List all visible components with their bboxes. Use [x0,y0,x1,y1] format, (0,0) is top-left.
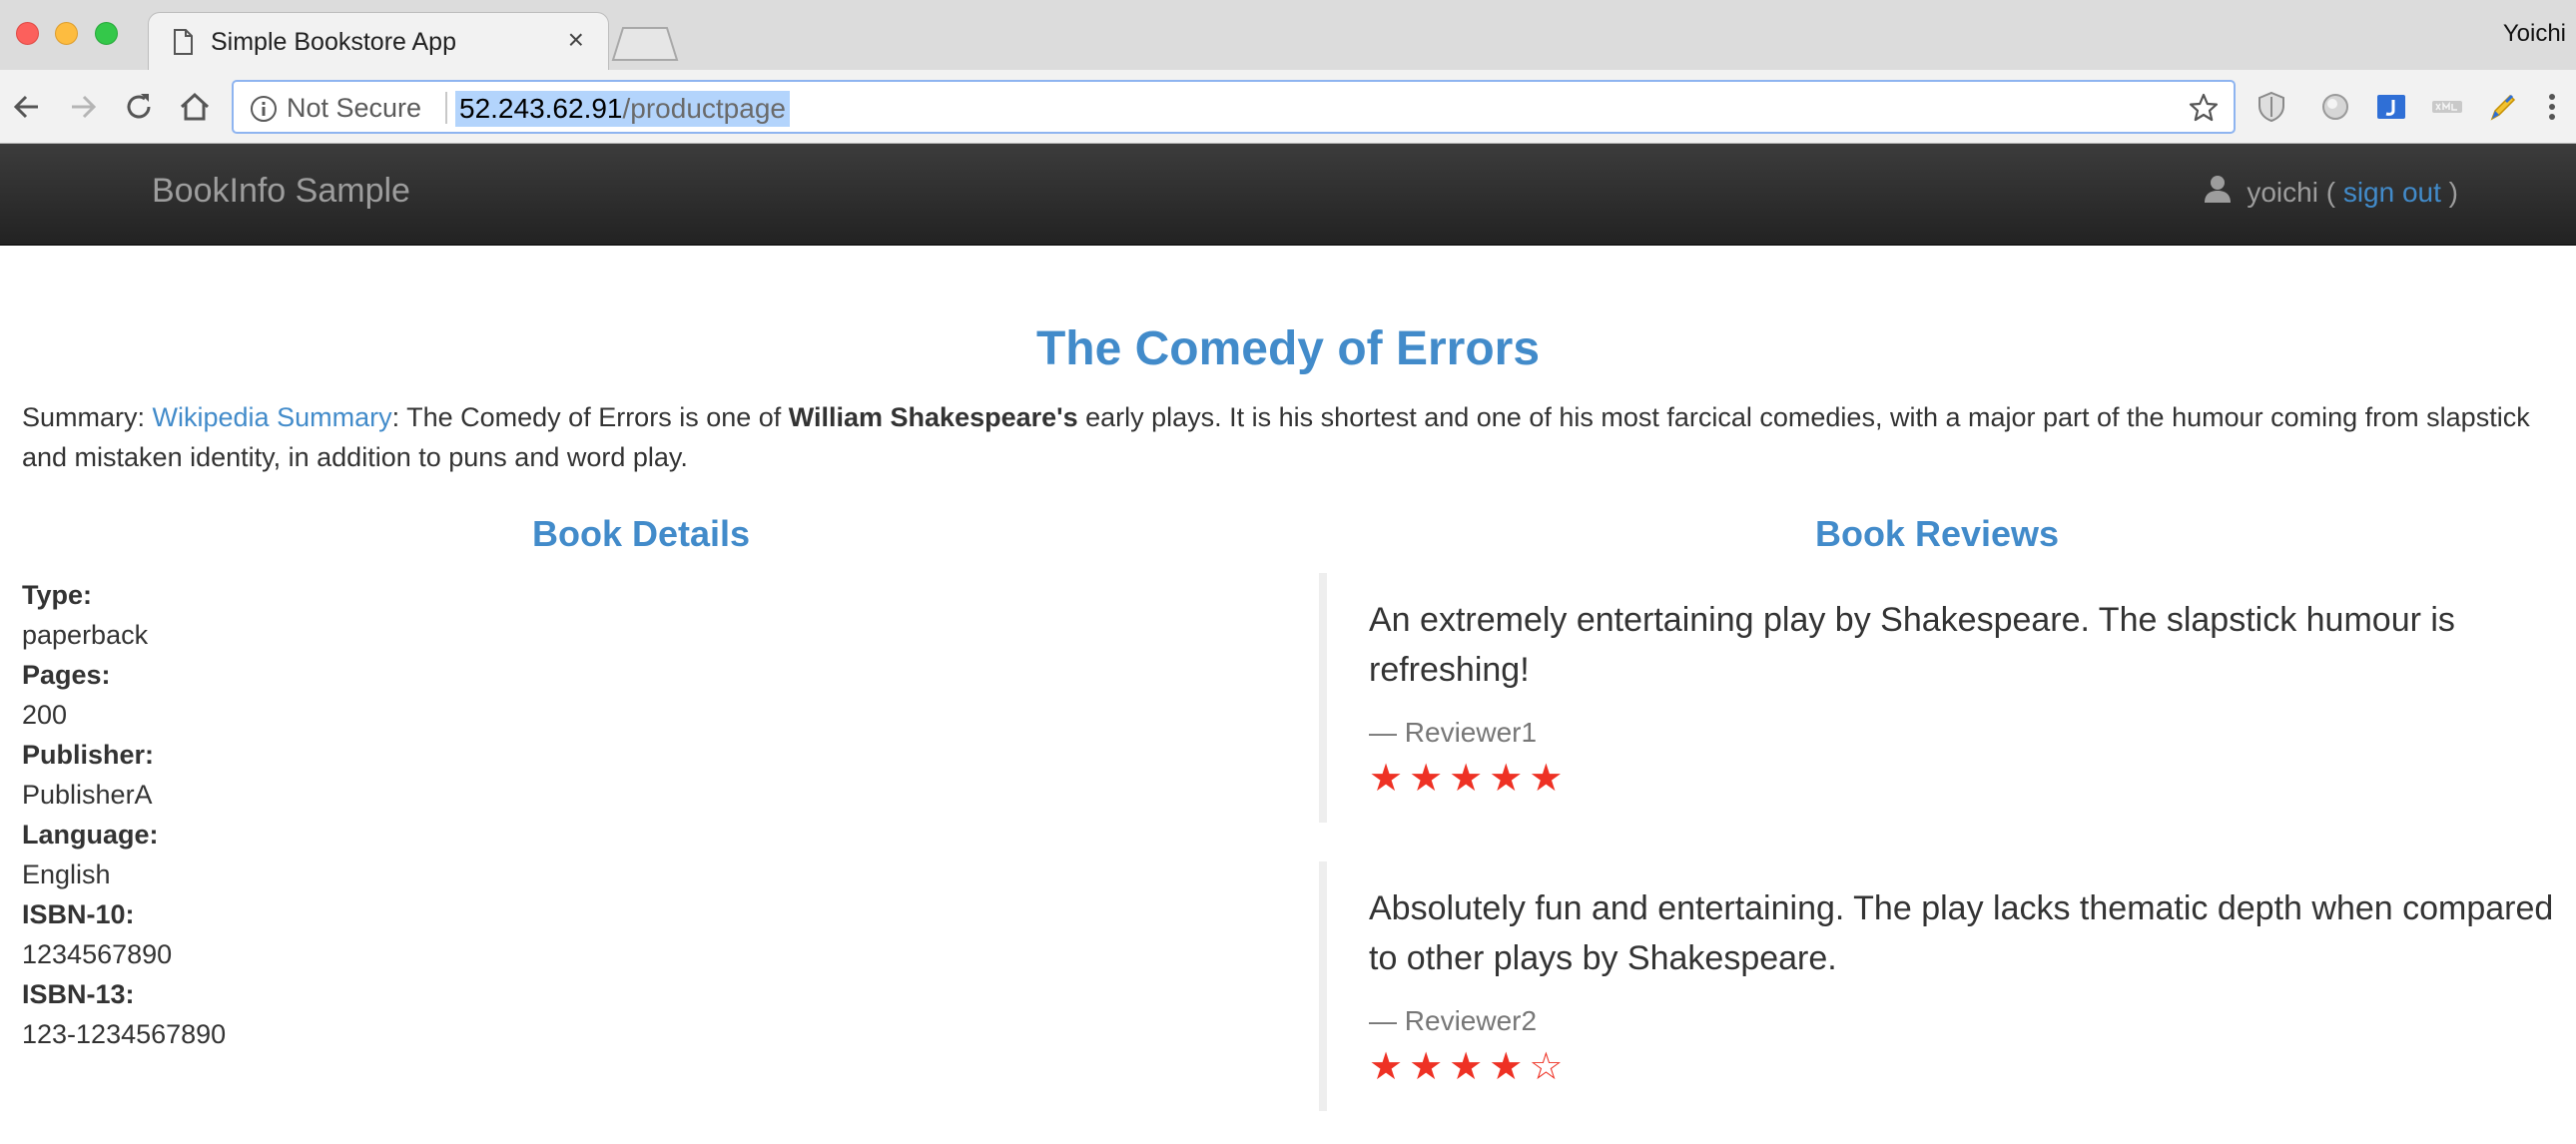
window-close-button[interactable] [16,22,39,45]
star-empty-icon: ☆ [1529,1046,1570,1088]
detail-label-type: Type: [22,580,93,610]
page-icon [174,29,193,55]
detail-label-pages: Pages: [22,660,111,690]
browser-tabstrip: Simple Bookstore App × Yoichi [0,0,2576,72]
browser-tab[interactable]: Simple Bookstore App × [148,12,609,72]
detail-value-isbn10: 1234567890 [22,939,173,969]
shield-extension-icon[interactable] [2254,90,2288,124]
detail-label-language: Language: [22,820,159,850]
book-title: The Comedy of Errors [1035,322,1541,375]
book-reviews-heading: Book Reviews [1814,513,2060,554]
book-details-list: Type: paperback Pages: 200 Publisher: Pu… [22,575,226,1054]
profile-name[interactable]: Yoichi [2503,20,2566,48]
address-divider [445,92,447,124]
paren-open: ( [2317,177,2343,208]
detail-label-publisher: Publisher: [22,740,155,770]
url-host: 52.243.62.91 [459,93,623,124]
book-summary: Summary: Wikipedia Summary: The Comedy o… [22,397,2558,477]
detail-value-pages: 200 [22,700,68,730]
star-rating: ★★★★☆ [1369,1045,2562,1089]
circle-extension-icon[interactable] [2318,90,2352,124]
brand-link[interactable]: BookInfo Sample [152,172,410,211]
star-filled-icon: ★ [1409,1046,1450,1088]
info-icon[interactable] [250,95,278,123]
detail-value-type: paperback [22,620,149,650]
detail-label-isbn13: ISBN-13: [22,979,135,1009]
browser-menu-icon[interactable] [2542,90,2562,124]
review-author: — Reviewer1 [1369,717,1538,748]
book-details-heading: Book Details [531,513,751,554]
reload-icon[interactable] [120,88,158,126]
review-card: Absolutely fun and entertaining. The pla… [1319,861,2562,1111]
review-card: An extremely entertaining play by Shakes… [1319,573,2562,823]
review-text: Absolutely fun and entertaining. The pla… [1369,889,2554,977]
pen-extension-icon[interactable] [2486,90,2520,124]
detail-label-isbn10: ISBN-10: [22,899,135,929]
username: yoichi [2247,177,2318,208]
bookmark-star-icon[interactable] [2188,92,2220,124]
url-path: /productpage [622,93,786,124]
star-filled-icon: ★ [1449,1046,1490,1088]
tab-close-icon[interactable]: × [568,26,584,54]
user-icon [2205,176,2232,203]
review-author: — Reviewer2 [1369,1005,1538,1036]
summary-text-1: : The Comedy of Errors is one of [391,402,789,432]
security-label[interactable]: Not Secure [287,93,421,124]
sign-out-link[interactable]: sign out [2343,177,2441,208]
url-text[interactable]: 52.243.62.91/productpage [455,91,790,127]
xml-extension-icon[interactable] [2430,90,2464,124]
window-maximize-button[interactable] [95,22,118,45]
home-icon[interactable] [176,88,214,126]
detail-value-publisher: PublisherA [22,780,153,810]
forward-arrow-icon[interactable] [64,88,102,126]
tab-title: Simple Bookstore App [211,28,456,56]
star-rating: ★★★★★ [1369,757,2562,801]
user-area: yoichi ( sign out ) [2203,174,2458,209]
window-minimize-button[interactable] [55,22,78,45]
wikipedia-summary-link[interactable]: Wikipedia Summary [153,402,392,432]
address-bar[interactable]: Not Secure 52.243.62.91/productpage [232,80,2236,134]
summary-prefix: Summary: [22,402,153,432]
star-filled-icon: ★ [1449,758,1490,800]
detail-value-isbn13: 123-1234567890 [22,1019,227,1049]
star-filled-icon: ★ [1409,758,1450,800]
detail-value-language: English [22,859,111,889]
paren-close: ) [2440,177,2458,208]
star-filled-icon: ★ [1529,758,1570,800]
star-filled-icon: ★ [1369,758,1410,800]
star-filled-icon: ★ [1489,1046,1530,1088]
app-navbar: BookInfo Sample yoichi ( sign out ) [0,144,2576,246]
star-filled-icon: ★ [1369,1046,1410,1088]
j-extension-icon[interactable] [2374,90,2408,124]
new-tab-button[interactable] [611,26,679,62]
back-arrow-icon[interactable] [8,88,46,126]
browser-toolbar: Not Secure 52.243.62.91/productpage [0,70,2576,144]
star-filled-icon: ★ [1489,758,1530,800]
review-text: An extremely entertaining play by Shakes… [1369,601,2455,689]
summary-author: William Shakespeare's [788,402,1078,432]
